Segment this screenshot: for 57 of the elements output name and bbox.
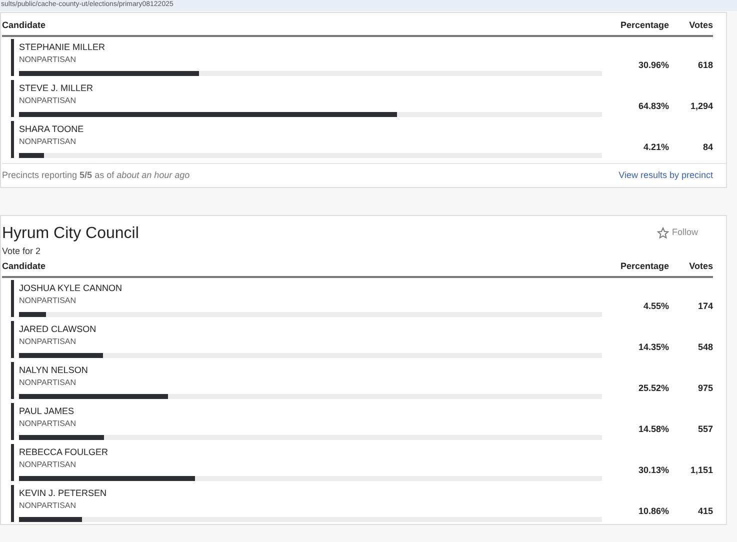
candidate-marker — [11, 39, 14, 76]
party-label: NONPARTISAN — [19, 295, 78, 307]
candidate-marker — [11, 403, 14, 440]
column-header: Percentage — [619, 260, 669, 273]
percentage-value: 30.13% — [638, 464, 669, 476]
percentage-value: 10.86% — [638, 504, 669, 518]
candidate-name: STEPHANIE MILLER — [19, 41, 106, 54]
party-label: NONPARTISAN — [19, 54, 78, 66]
candidate-name: JOSHUA KYLE CANNON — [19, 282, 124, 295]
candidate-name: SHARA TOONE — [19, 123, 85, 136]
candidate-marker — [11, 321, 14, 358]
precincts-status: Precincts reporting 5/5 as of about an hour ago — [2, 168, 190, 182]
party-label: NONPARTISAN — [19, 377, 78, 389]
precinct-results-link[interactable]: View results by precinct — [618, 168, 713, 182]
votes-value: 174 — [698, 300, 713, 312]
candidate-name: NALYN NELSON — [19, 364, 89, 377]
candidate-marker — [11, 80, 14, 117]
candidate-name: KEVIN J. PETERSEN — [19, 487, 108, 500]
votes-value: 415 — [698, 504, 713, 518]
candidate-marker — [11, 444, 14, 481]
percentage-value: 14.58% — [638, 422, 669, 436]
candidate-name: JARED CLAWSON — [19, 323, 98, 336]
column-header: Candidate — [2, 18, 47, 32]
votes-value: 548 — [698, 340, 713, 354]
column-header: Votes — [688, 18, 713, 32]
votes-value: 1,294 — [690, 100, 713, 112]
column-header: Votes — [688, 260, 713, 272]
votes-value: 975 — [698, 382, 713, 394]
candidate-name: REBECCA FOULGER — [19, 446, 110, 459]
party-label: NONPARTISAN — [19, 500, 78, 512]
percentage-value: 14.35% — [638, 340, 669, 354]
party-label: NONPARTISAN — [19, 418, 78, 430]
candidate-marker — [11, 485, 14, 522]
party-label: NONPARTISAN — [19, 336, 78, 348]
vote-for-label: Vote for 2 — [2, 245, 42, 258]
percentage-value: 25.52% — [638, 382, 669, 394]
percentage-value: 64.83% — [638, 100, 669, 112]
star-icon — [656, 226, 669, 239]
column-header: Candidate — [2, 260, 47, 272]
votes-value: 1,151 — [690, 464, 713, 476]
candidate-marker — [11, 121, 14, 158]
votes-value: 557 — [698, 422, 713, 436]
votes-value: 618 — [698, 58, 713, 72]
follow-button[interactable]: Follow — [656, 226, 698, 240]
party-label: NONPARTISAN — [19, 95, 78, 107]
candidate-name: STEVE J. MILLER — [19, 82, 94, 95]
candidate-marker — [11, 362, 14, 399]
candidate-name: PAUL JAMES — [19, 405, 76, 418]
race-title: Hyrum City Council — [2, 224, 139, 244]
candidate-marker — [11, 280, 14, 317]
percentage-value: 4.21% — [643, 140, 669, 154]
party-label: NONPARTISAN — [19, 459, 78, 471]
votes-value: 84 — [702, 140, 713, 154]
party-label: NONPARTISAN — [19, 136, 78, 148]
percentage-value: 30.96% — [638, 58, 669, 72]
column-header: Percentage — [619, 18, 669, 32]
percentage-value: 4.55% — [643, 300, 669, 312]
